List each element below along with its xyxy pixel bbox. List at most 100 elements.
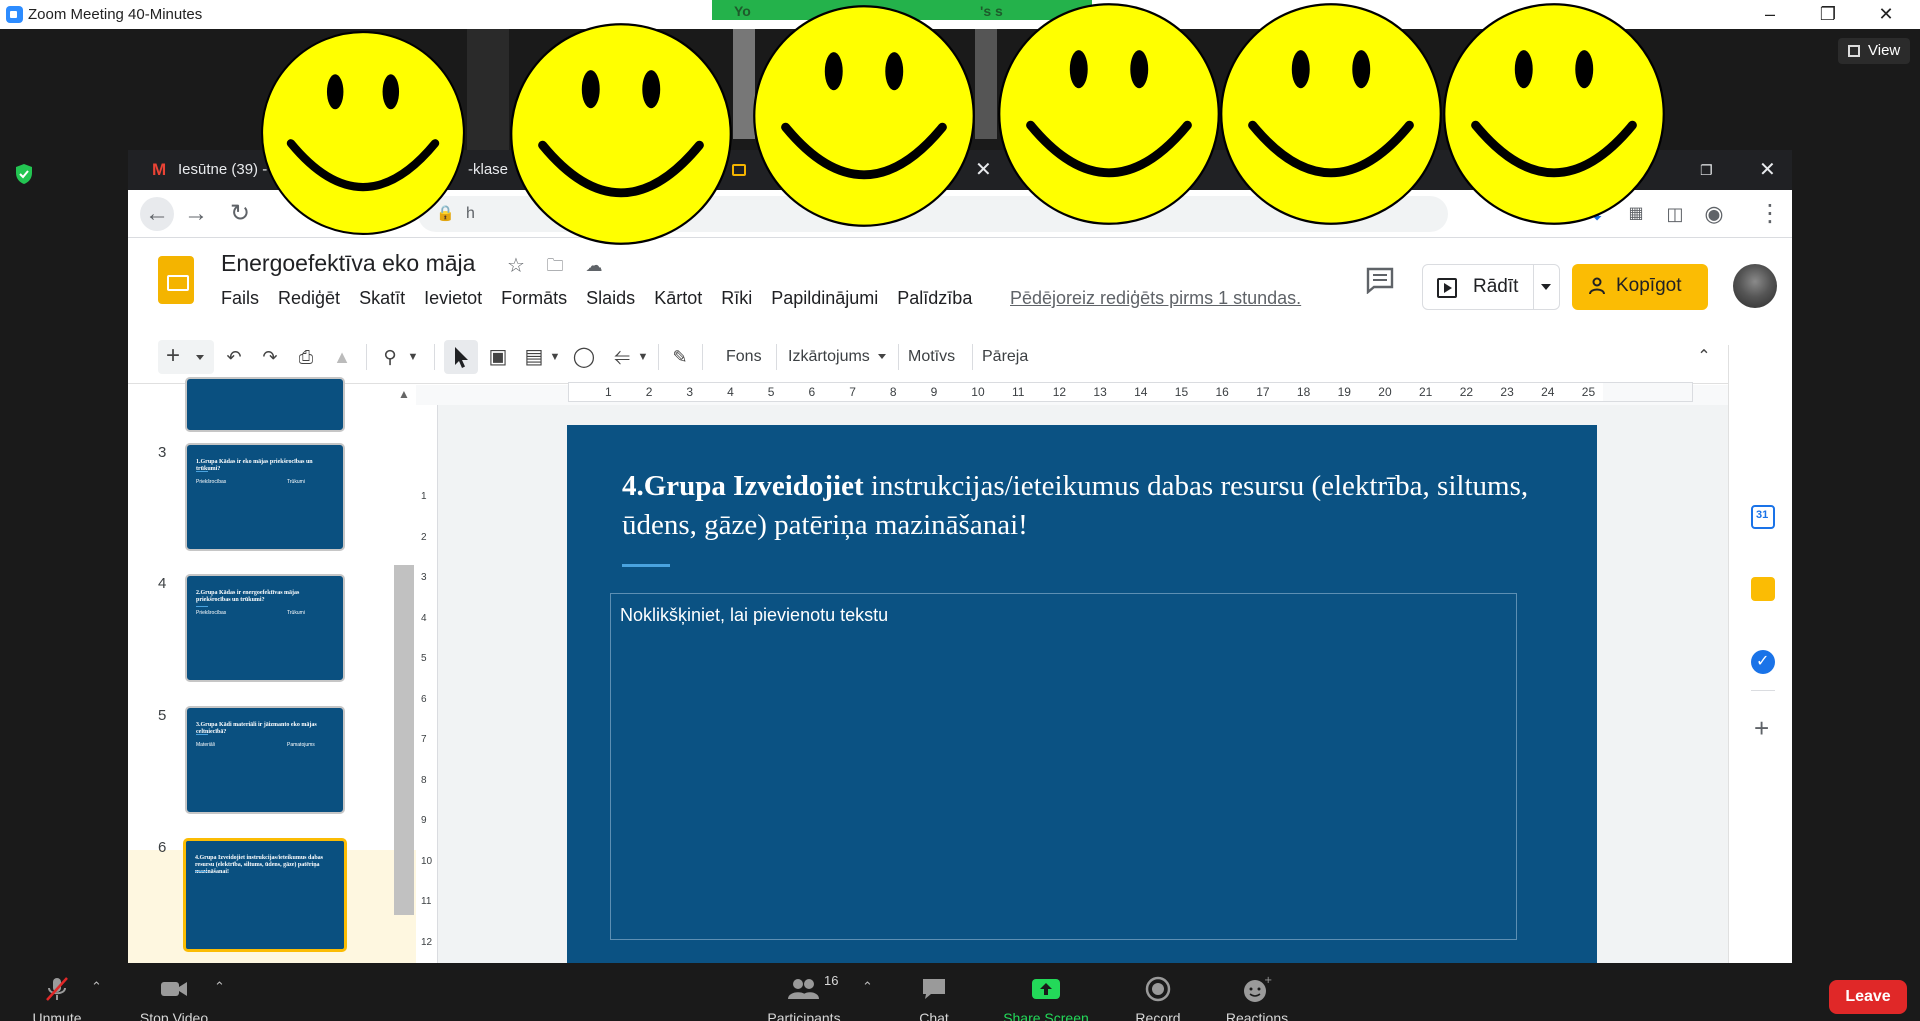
menu-tools[interactable]: Rīki — [721, 288, 752, 312]
image-icon[interactable]: ▤ — [520, 343, 548, 371]
record-button[interactable]: Record — [1128, 975, 1188, 1021]
stop-video-button[interactable]: Stop Video — [134, 975, 214, 1021]
participants-button[interactable]: 16 Participants — [762, 973, 846, 1021]
menu-arrange[interactable]: Kārtot — [654, 288, 702, 312]
menu-view[interactable]: Skatīt — [359, 288, 405, 312]
present-icon — [1437, 278, 1457, 298]
menu-slide[interactable]: Slaids — [586, 288, 635, 312]
thumbnail-column: Pamatojums — [287, 742, 315, 748]
chevron-down-icon[interactable]: ▼ — [548, 343, 562, 371]
transition-button[interactable]: Pāreja — [982, 343, 1028, 371]
zoom-control-bar: Unmute ⌃ Stop Video ⌃ 16 Participants ⌃ … — [0, 963, 1920, 1021]
line-icon[interactable]: ⥢ — [608, 343, 636, 371]
restore-browser-icon[interactable]: ❐ — [1700, 150, 1724, 190]
menu-help[interactable]: Palīdzība — [897, 288, 972, 312]
present-dropdown-icon[interactable] — [1541, 284, 1551, 290]
restore-icon[interactable]: ❐ — [1800, 0, 1856, 29]
slide-title[interactable]: 4.Grupa Izveidojiet instrukcijas/ieteiku… — [622, 467, 1562, 545]
participants-options-icon[interactable]: ⌃ — [862, 979, 873, 995]
reload-icon[interactable]: ↻ — [226, 200, 254, 228]
ruler-number: 3 — [421, 572, 427, 583]
share-screen-button[interactable]: Share Screen — [996, 975, 1096, 1021]
undo-icon[interactable]: ↶ — [220, 343, 248, 371]
encryption-shield-icon[interactable] — [14, 163, 34, 185]
slide-thumbnail-2[interactable] — [185, 377, 345, 432]
menu-bar: Fails Rediģēt Skatīt Ievietot Formāts Sl… — [221, 288, 991, 312]
keep-icon[interactable] — [1751, 577, 1775, 601]
paint-format-icon[interactable]: ▲ — [328, 343, 356, 371]
thumbnail-title: 4.Grupa Izveidojiet instrukcijas/ieteiku… — [195, 855, 324, 875]
reactions-button[interactable]: + Reactions — [1222, 975, 1292, 1021]
close-tab-icon[interactable]: ✕ — [975, 150, 999, 190]
add-comment-icon[interactable]: ✎ — [666, 343, 694, 371]
menu-format[interactable]: Formāts — [501, 288, 567, 312]
audio-options-icon[interactable]: ⌃ — [91, 979, 102, 995]
tasks-icon[interactable]: ✓ — [1751, 650, 1775, 674]
slide-thumbnail-6[interactable]: 4.Grupa Izveidojiet instrukcijas/ieteiku… — [183, 838, 347, 952]
print-icon[interactable]: ⎙ — [292, 343, 320, 371]
slide-thumbnail-5[interactable]: 3.Grupa Kādi materiāli ir jāizmanto eko … — [185, 706, 345, 814]
gallery-view-icon — [1848, 45, 1860, 57]
slide-thumbnail-4[interactable]: 2.Grupa Kādas ir energoefektīvas mājas p… — [185, 574, 345, 682]
comments-icon[interactable] — [1364, 266, 1396, 294]
slide-number: 3 — [158, 444, 167, 461]
ruler-number: 2 — [645, 385, 653, 399]
cloud-saved-icon[interactable]: ☁ — [582, 254, 606, 278]
chat-button[interactable]: Chat — [907, 975, 961, 1021]
select-tool-button[interactable] — [444, 340, 478, 374]
gmail-icon: M — [152, 160, 167, 179]
layout-button[interactable]: Izkārtojums — [788, 343, 887, 371]
slide-thumbnail-3[interactable]: 1.Grupa Kādas ir eko mājas priekšrocības… — [185, 443, 345, 551]
move-folder-icon[interactable]: 🗀 — [543, 254, 567, 278]
video-tile — [975, 29, 997, 139]
profile-icon[interactable]: ◉ — [1700, 200, 1728, 228]
close-browser-icon[interactable]: ✕ — [1759, 150, 1783, 190]
thumbnail-column: Trūkumi — [287, 479, 305, 485]
present-label: Rādīt — [1473, 276, 1519, 297]
menu-insert[interactable]: Ievietot — [424, 288, 482, 312]
account-avatar[interactable] — [1733, 264, 1777, 308]
textbox-icon[interactable]: ▣ — [484, 343, 512, 371]
ruler-number: 17 — [1256, 385, 1270, 399]
shape-icon[interactable]: ◯ — [570, 343, 598, 371]
new-slide-button[interactable]: + — [158, 340, 214, 374]
calendar-icon[interactable]: 31 — [1751, 505, 1775, 529]
redo-icon[interactable]: ↷ — [256, 343, 284, 371]
leave-meeting-button[interactable]: Leave — [1829, 980, 1907, 1014]
slides-logo-icon[interactable] — [158, 256, 194, 304]
view-button-label: View — [1868, 42, 1901, 59]
current-slide[interactable]: 4.Grupa Izveidojiet instrukcijas/ieteiku… — [567, 425, 1597, 963]
add-addon-icon[interactable]: + — [1754, 713, 1769, 744]
share-button[interactable]: Kopīgot — [1572, 264, 1708, 310]
zoom-icon[interactable]: ⚲ — [376, 343, 404, 371]
present-button[interactable]: Rādīt — [1422, 264, 1560, 310]
close-window-icon[interactable]: ✕ — [1858, 0, 1914, 29]
scroll-up-icon[interactable]: ▲ — [398, 387, 410, 401]
menu-file[interactable]: Fails — [221, 288, 259, 312]
ruler-number: 22 — [1459, 385, 1474, 399]
view-button[interactable]: View — [1838, 38, 1910, 64]
filmstrip-scroll-thumb[interactable] — [394, 565, 414, 915]
star-icon[interactable]: ☆ — [504, 254, 528, 278]
chevron-down-icon[interactable]: ▼ — [406, 343, 420, 371]
minimize-icon[interactable]: – — [1742, 0, 1798, 29]
thumbnail-column: Priekšrocības — [196, 479, 227, 485]
menu-edit[interactable]: Rediģēt — [278, 288, 340, 312]
collapse-toolbar-icon[interactable]: ⌃ — [1690, 343, 1718, 371]
chevron-down-icon[interactable]: ▼ — [636, 343, 650, 371]
document-title[interactable]: Energoefektīva eko māja — [221, 250, 475, 277]
thumbnail-column: Priekšrocības — [196, 610, 227, 616]
browser-menu-icon[interactable]: ⋮ — [1756, 200, 1784, 228]
slide-number: 5 — [158, 707, 167, 724]
last-edit-link[interactable]: Pēdējoreiz rediģēts pirms 1 stundas. — [1010, 288, 1301, 309]
theme-button[interactable]: Motīvs — [908, 343, 955, 371]
unmute-button[interactable]: Unmute — [22, 975, 92, 1021]
background-button[interactable]: Fons — [726, 343, 762, 371]
forward-icon[interactable]: → — [182, 200, 210, 228]
thumbnail-title: 1.Grupa Kādas ir eko mājas priekšrocības… — [196, 459, 313, 472]
menu-addons[interactable]: Papildinājumi — [771, 288, 878, 312]
video-options-icon[interactable]: ⌃ — [214, 979, 225, 995]
slide-body-placeholder[interactable]: Noklikšķiniet, lai pievienotu tekstu — [610, 593, 1517, 940]
chevron-down-icon — [196, 355, 204, 360]
back-icon[interactable]: ← — [140, 197, 174, 231]
